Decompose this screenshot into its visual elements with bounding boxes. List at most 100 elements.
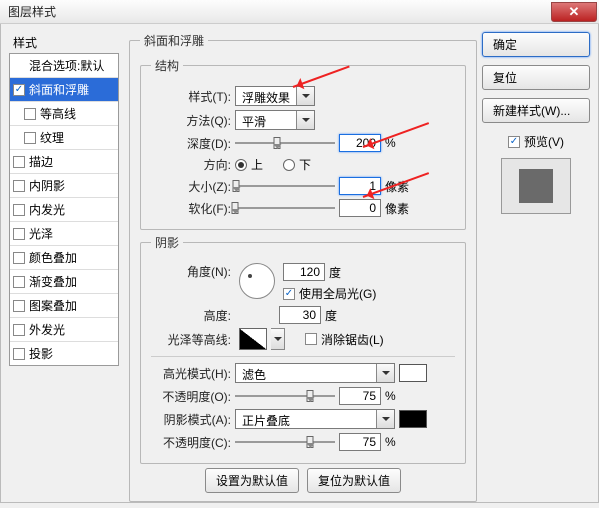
dialog-content: 样式 混合选项:默认斜面和浮雕等高线纹理描边内阴影内发光光泽颜色叠加渐变叠加图案… xyxy=(0,24,599,503)
soften-slider[interactable] xyxy=(235,200,335,216)
reset-default-button[interactable]: 复位为默认值 xyxy=(307,468,401,493)
shadow-color-swatch[interactable] xyxy=(399,410,427,428)
angle-label: 角度(N): xyxy=(151,263,231,280)
style-item-label: 渐变叠加 xyxy=(29,273,77,290)
technique-combo[interactable]: 平滑 xyxy=(235,110,315,130)
style-checkbox[interactable] xyxy=(13,252,25,264)
style-value: 浮雕效果 xyxy=(236,87,296,105)
direction-up-radio[interactable] xyxy=(235,159,247,171)
size-input[interactable] xyxy=(339,177,381,195)
style-item-label: 混合选项:默认 xyxy=(29,57,104,74)
style-item[interactable]: 图案叠加 xyxy=(10,293,118,317)
chevron-down-icon xyxy=(296,111,314,129)
highlight-opacity-slider[interactable] xyxy=(235,388,335,404)
style-item[interactable]: 内阴影 xyxy=(10,173,118,197)
new-style-button[interactable]: 新建样式(W)... xyxy=(482,98,590,123)
highlight-mode-combo[interactable]: 滤色 xyxy=(235,363,395,383)
styles-list: 混合选项:默认斜面和浮雕等高线纹理描边内阴影内发光光泽颜色叠加渐变叠加图案叠加外… xyxy=(9,53,119,366)
style-checkbox[interactable] xyxy=(13,180,25,192)
style-item[interactable]: 渐变叠加 xyxy=(10,269,118,293)
chevron-down-icon xyxy=(296,87,314,105)
titlebar: 图层样式 ✕ xyxy=(0,0,599,24)
style-item-label: 描边 xyxy=(29,153,53,170)
preview-label: 预览(V) xyxy=(524,133,564,150)
angle-input[interactable] xyxy=(283,263,325,281)
style-item-label: 内阴影 xyxy=(29,177,65,194)
angle-unit: 度 xyxy=(329,264,341,281)
antialias-checkbox[interactable] xyxy=(305,333,317,345)
global-light-checkbox[interactable] xyxy=(283,288,295,300)
preview-box xyxy=(501,158,571,214)
gloss-contour-swatch[interactable] xyxy=(239,328,267,350)
shadow-opacity-label: 不透明度(C): xyxy=(151,434,231,451)
size-slider[interactable] xyxy=(235,178,335,194)
style-checkbox[interactable] xyxy=(13,204,25,216)
style-item-label: 内发光 xyxy=(29,201,65,218)
angle-dial[interactable] xyxy=(239,263,275,299)
shadow-opacity-slider[interactable] xyxy=(235,434,335,450)
structure-label: 结构 xyxy=(151,57,183,74)
shadow-opacity-unit: % xyxy=(385,435,415,449)
direction-down-radio[interactable] xyxy=(283,159,295,171)
shading-group: 阴影 角度(N): 度 使用全局光(G) xyxy=(140,234,466,464)
style-item[interactable]: 外发光 xyxy=(10,317,118,341)
shading-label: 阴影 xyxy=(151,234,183,251)
style-item[interactable]: 纹理 xyxy=(10,125,118,149)
style-item[interactable]: 混合选项:默认 xyxy=(10,54,118,77)
ok-button[interactable]: 确定 xyxy=(482,32,590,57)
style-item[interactable]: 内发光 xyxy=(10,197,118,221)
make-default-button[interactable]: 设置为默认值 xyxy=(205,468,299,493)
style-combo[interactable]: 浮雕效果 xyxy=(235,86,315,106)
style-checkbox[interactable] xyxy=(13,84,25,96)
technique-label: 方法(Q): xyxy=(151,112,231,129)
style-item[interactable]: 光泽 xyxy=(10,221,118,245)
style-item-label: 颜色叠加 xyxy=(29,249,77,266)
style-checkbox[interactable] xyxy=(13,348,25,360)
antialias-label: 消除锯齿(L) xyxy=(321,331,384,348)
depth-input[interactable] xyxy=(339,134,381,152)
gloss-contour-picker[interactable] xyxy=(271,328,285,350)
style-item-label: 光泽 xyxy=(29,225,53,242)
altitude-label: 高度: xyxy=(151,307,231,324)
direction-down-label: 下 xyxy=(299,156,311,173)
style-checkbox[interactable] xyxy=(24,108,36,120)
shadow-mode-combo[interactable]: 正片叠底 xyxy=(235,409,395,429)
styles-panel: 样式 混合选项:默认斜面和浮雕等高线纹理描边内阴影内发光光泽颜色叠加渐变叠加图案… xyxy=(9,32,119,366)
soften-label: 软化(F): xyxy=(151,200,231,217)
bevel-group: 斜面和浮雕 结构 样式(T): 浮雕效果 方法(Q): 平滑 xyxy=(129,32,477,502)
style-checkbox[interactable] xyxy=(13,228,25,240)
global-light-label: 使用全局光(G) xyxy=(299,285,376,302)
chevron-down-icon xyxy=(376,364,394,382)
shadow-opacity-input[interactable] xyxy=(339,433,381,451)
depth-label: 深度(D): xyxy=(151,135,231,152)
altitude-input[interactable] xyxy=(279,306,321,324)
structure-group: 结构 样式(T): 浮雕效果 方法(Q): 平滑 深度( xyxy=(140,57,466,230)
style-checkbox[interactable] xyxy=(13,300,25,312)
preview-swatch xyxy=(519,169,553,203)
style-checkbox[interactable] xyxy=(13,324,25,336)
cancel-button[interactable]: 复位 xyxy=(482,65,590,90)
depth-unit: % xyxy=(385,136,415,150)
bevel-group-label: 斜面和浮雕 xyxy=(140,32,208,49)
depth-slider[interactable] xyxy=(235,135,335,151)
style-item[interactable]: 等高线 xyxy=(10,101,118,125)
style-item-label: 纹理 xyxy=(40,129,64,146)
styles-header: 样式 xyxy=(9,32,119,53)
style-checkbox[interactable] xyxy=(13,156,25,168)
preview-checkbox[interactable] xyxy=(508,136,520,148)
technique-value: 平滑 xyxy=(236,111,296,129)
style-item[interactable]: 颜色叠加 xyxy=(10,245,118,269)
style-item[interactable]: 投影 xyxy=(10,341,118,365)
close-button[interactable]: ✕ xyxy=(551,2,597,22)
style-item[interactable]: 描边 xyxy=(10,149,118,173)
style-item[interactable]: 斜面和浮雕 xyxy=(10,77,118,101)
style-checkbox[interactable] xyxy=(24,132,36,144)
highlight-opacity-input[interactable] xyxy=(339,387,381,405)
size-label: 大小(Z): xyxy=(151,178,231,195)
soften-unit: 像素 xyxy=(385,200,415,217)
shadow-mode-value: 正片叠底 xyxy=(236,410,376,428)
highlight-color-swatch[interactable] xyxy=(399,364,427,382)
soften-input[interactable] xyxy=(339,199,381,217)
style-checkbox[interactable] xyxy=(13,276,25,288)
right-panel: 确定 复位 新建样式(W)... 预览(V) xyxy=(482,32,590,214)
